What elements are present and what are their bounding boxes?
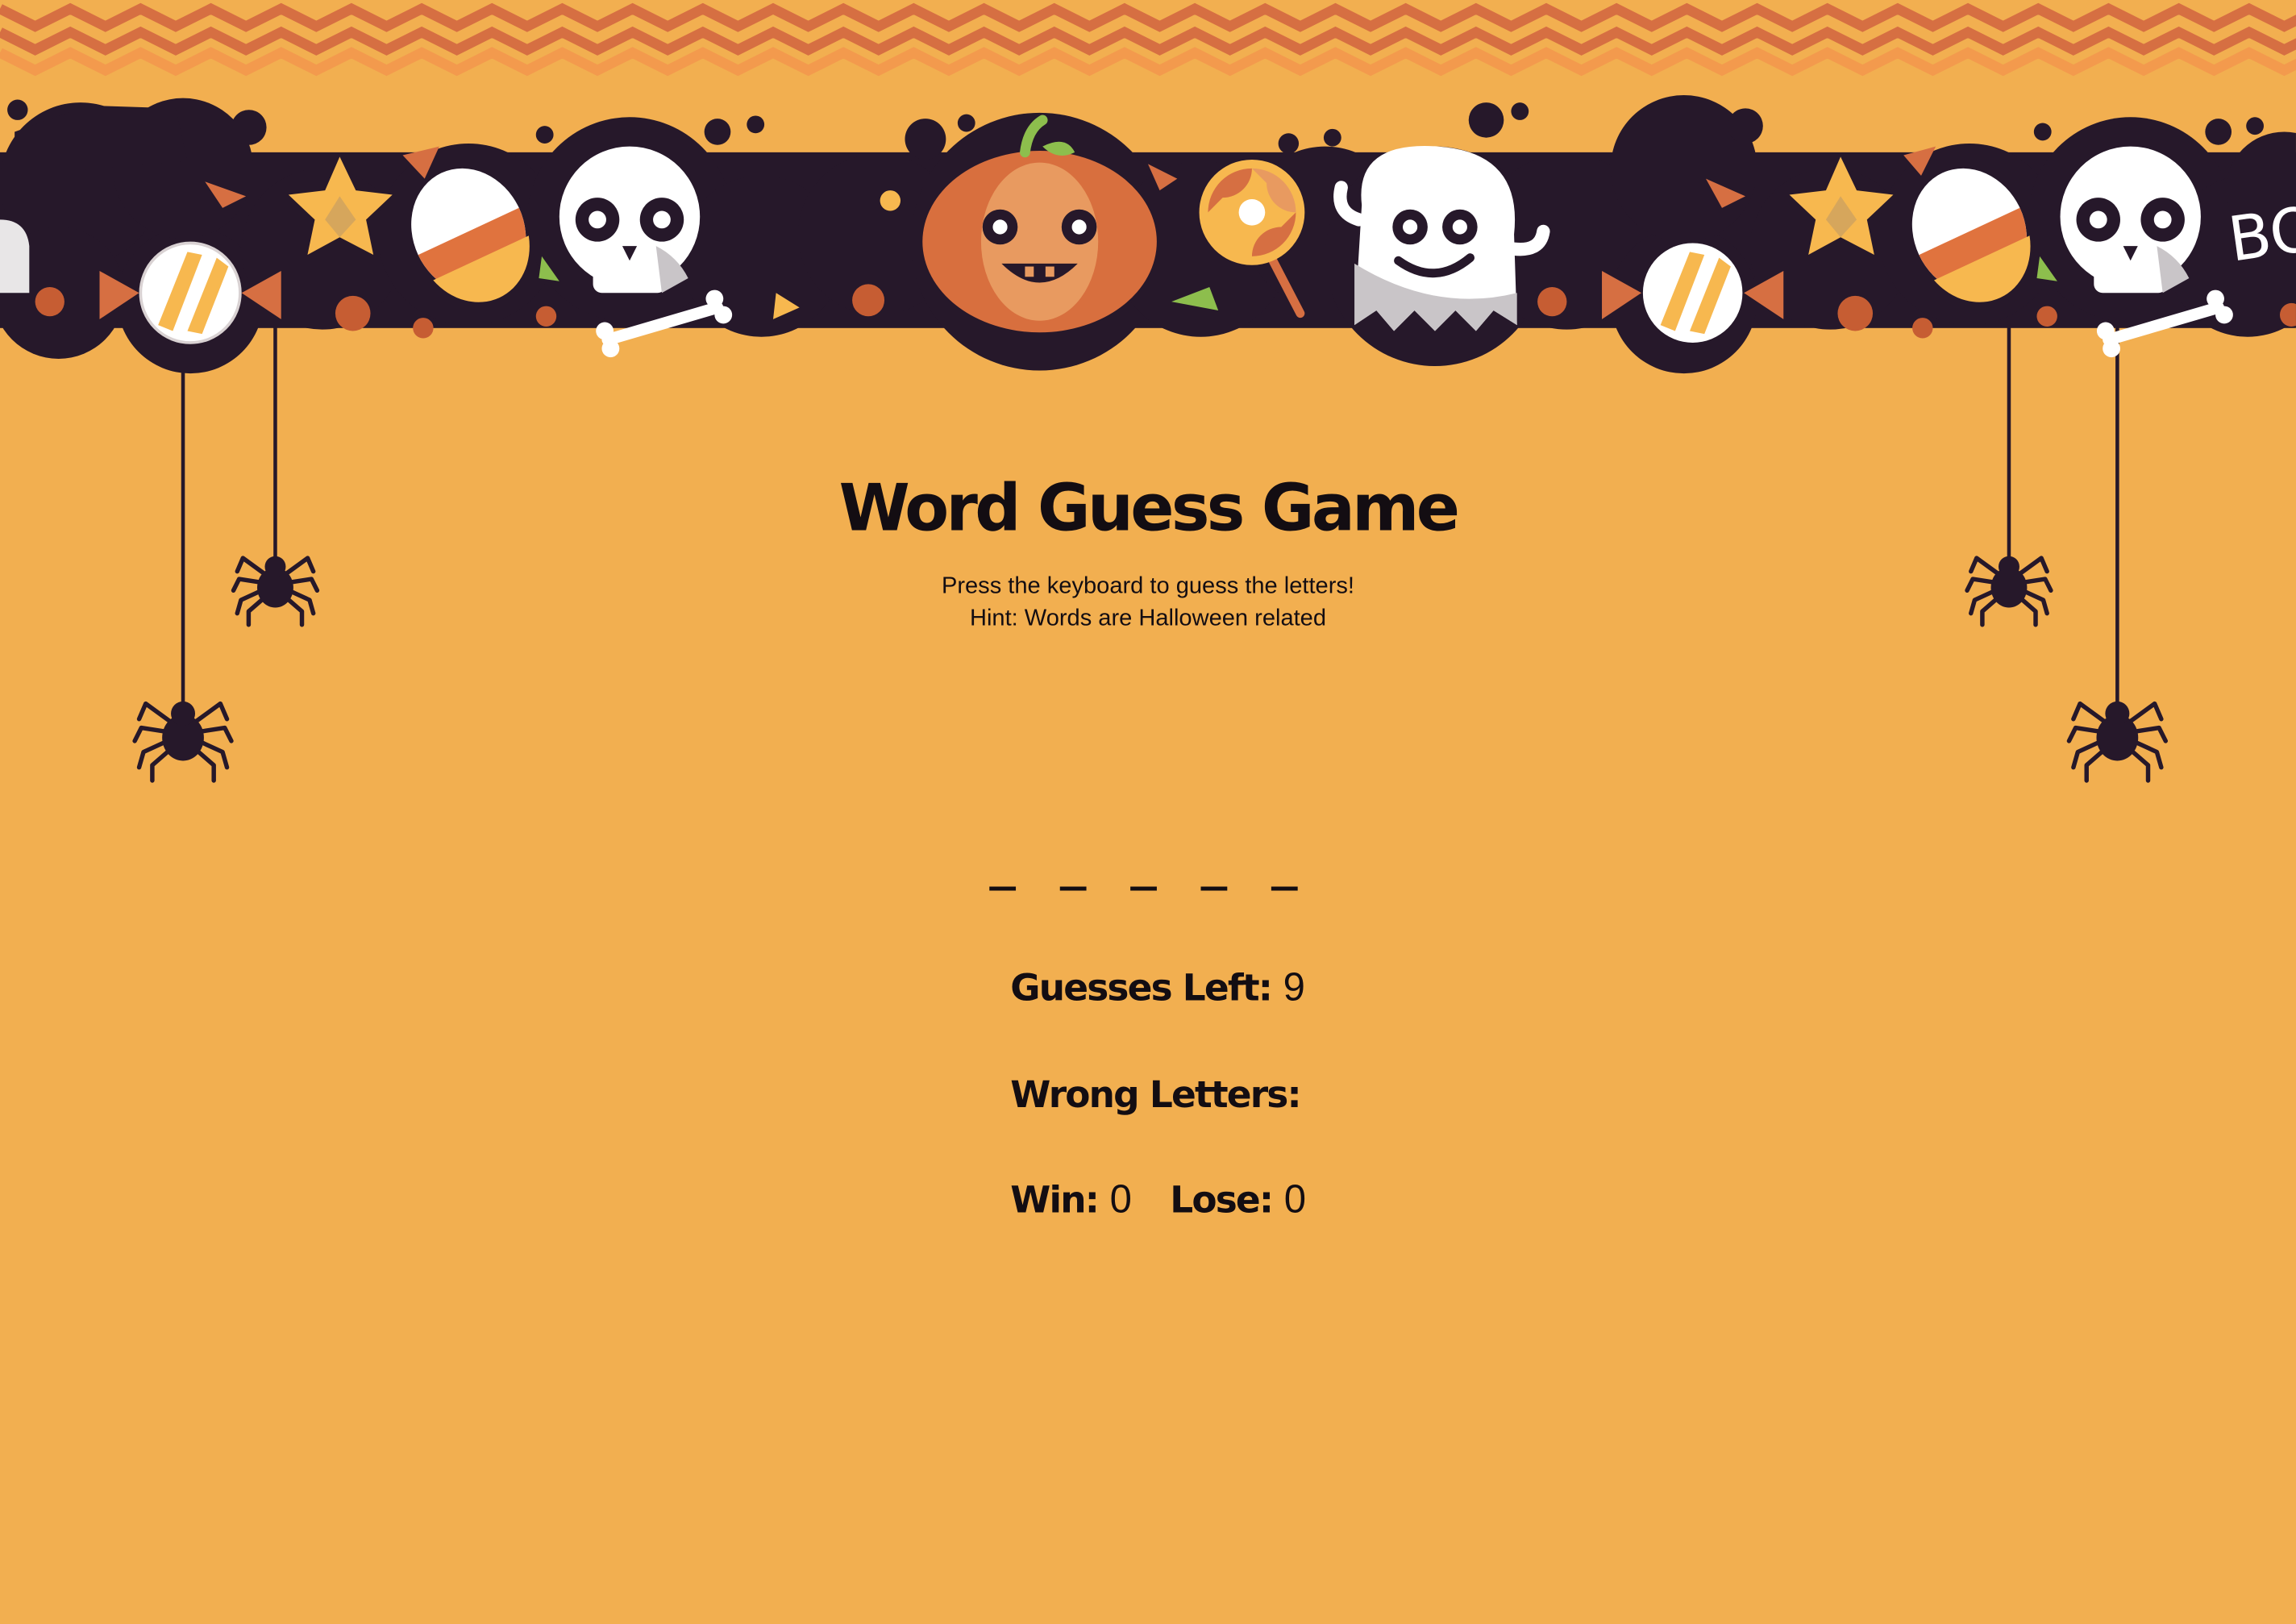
spider-icon — [132, 701, 234, 783]
win-label: Win: — [1010, 1178, 1100, 1222]
win-count: 0 — [1109, 1177, 1132, 1222]
spider-leg — [1969, 556, 2000, 576]
spider-leg — [2128, 701, 2164, 724]
page-title: Word Guess Game — [838, 471, 1460, 547]
boo-sign-text: BO — [2224, 192, 2296, 276]
spider-leg — [2071, 701, 2107, 724]
guesses-left-label: Guesses Left: — [1010, 966, 1273, 1010]
lose-label: Lose: — [1170, 1178, 1274, 1222]
spider-head — [171, 701, 196, 726]
wrong-letters-label: Wrong Letters: — [1010, 1073, 1301, 1116]
word-blanks: _ _ _ _ _ — [989, 840, 1307, 893]
spider-head — [2105, 701, 2130, 726]
game-stage: BO Word Guess Game Press the keyboard to… — [0, 0, 2296, 1624]
spider-leg — [284, 556, 316, 576]
guesses-left: Guesses Left: 9 — [1010, 962, 1305, 1014]
hint-text: Hint: Words are Halloween related — [969, 606, 1327, 631]
lose-count: 0 — [1283, 1177, 1307, 1222]
guesses-left-value: 9 — [1283, 964, 1305, 1010]
score-board: Win: 0 Lose: 0 — [1010, 1175, 1306, 1226]
spider-leg — [2018, 556, 2049, 576]
instruction-text: Press the keyboard to guess the letters! — [941, 573, 1355, 599]
spider-icon — [2066, 701, 2169, 783]
wrong-letters: Wrong Letters: — [1010, 1069, 1312, 1121]
spider-leg — [193, 701, 230, 724]
halloween-garland: BO — [0, 95, 2296, 783]
spider-leg — [136, 701, 173, 724]
spider-leg — [235, 556, 267, 576]
